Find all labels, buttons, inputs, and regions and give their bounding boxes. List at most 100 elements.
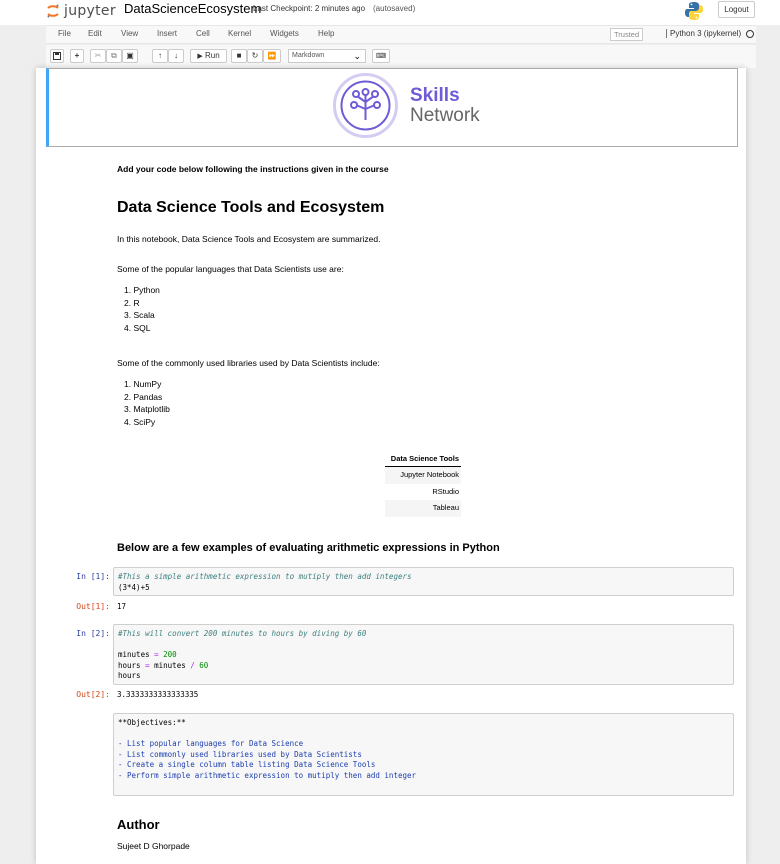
cell-type-value: Markdown: [292, 52, 325, 59]
menu-insert[interactable]: Insert: [157, 29, 177, 38]
run-label: Run: [204, 51, 220, 60]
keyboard-icon: ⌨: [375, 53, 387, 60]
menu-help[interactable]: Help: [318, 29, 334, 38]
table-row: RStudio: [432, 486, 459, 496]
toolbar: + ✂ ⧉ ▣ ↑ ↓ ▶ Run ■ ↻ ⏩ Markdown ⌄ ⌨: [46, 45, 756, 68]
notebook-name[interactable]: DataScienceEcosystem: [124, 1, 261, 16]
jupyter-logo-text: jupyter: [64, 3, 116, 19]
menu-file[interactable]: File: [58, 29, 71, 38]
fast-forward-icon: ⏩: [267, 53, 277, 60]
code-token: hours: [118, 671, 141, 680]
stop-button[interactable]: ■: [231, 49, 247, 63]
notebook-page: Skills Network Add your code below follo…: [36, 68, 746, 864]
save-button[interactable]: [50, 49, 64, 63]
restart-run-all-button[interactable]: ⏩: [263, 49, 281, 63]
python-logo-icon: [685, 2, 703, 20]
code-token: minutes: [118, 650, 150, 659]
list-item: 3. Matplotlib: [124, 404, 170, 414]
objectives-title: **Objectives:**: [118, 718, 186, 727]
languages-list: 1. Python 2. R 3. Scala 4. SQL: [124, 284, 160, 334]
menu-kernel[interactable]: Kernel: [228, 29, 251, 38]
autosave-status: (autosaved): [373, 4, 416, 13]
table-row: Jupyter Notebook: [385, 467, 461, 484]
restart-button[interactable]: ↻: [247, 49, 263, 63]
code-comment: #This will convert 200 minutes to hours …: [118, 629, 367, 638]
notebook-header: jupyter DataScienceEcosystem Last Checkp…: [0, 0, 780, 25]
code-token: =: [140, 660, 155, 670]
selected-image-cell[interactable]: Skills Network: [46, 68, 738, 147]
cut-button[interactable]: ✂: [90, 49, 106, 63]
libraries-intro: Some of the commonly used libraries used…: [117, 358, 380, 368]
list-item: - Create a single column table listing D…: [118, 760, 376, 769]
code-token: 200: [163, 650, 177, 659]
list-item: 4. SciPy: [124, 416, 156, 427]
list-item: - Perform simple arithmetic expression t…: [118, 770, 417, 780]
move-down-button[interactable]: ↓: [168, 49, 184, 63]
command-palette-button[interactable]: ⌨: [372, 49, 390, 63]
code-token: minutes: [154, 660, 186, 670]
list-item: - List popular languages for Data Scienc…: [118, 739, 304, 748]
out-prompt-2: Out[2]:: [76, 690, 110, 699]
menu-view[interactable]: View: [121, 29, 138, 38]
list-item: - List commonly used libraries used by D…: [118, 749, 362, 759]
skills-network-icon: [333, 73, 398, 138]
examples-heading: Below are a few examples of evaluating a…: [117, 542, 500, 554]
move-down-icon: ↓: [174, 51, 178, 60]
list-item: 4. SQL: [124, 322, 151, 333]
jupyter-logo-icon: [47, 4, 59, 18]
restart-icon: ↻: [251, 51, 259, 60]
network-tree-icon: [340, 80, 391, 131]
in-prompt-2: In [2]:: [76, 629, 110, 638]
author-name: Sujeet D Ghorpade: [117, 841, 190, 851]
menu-edit[interactable]: Edit: [88, 29, 102, 38]
out-prompt-1: Out[1]:: [76, 602, 110, 611]
code-cell-2[interactable]: #This will convert 200 minutes to hours …: [113, 624, 734, 685]
table-header: Data Science Tools: [385, 452, 461, 467]
kernel-name[interactable]: Python 3 (ipykernel): [666, 29, 741, 38]
cut-icon: ✂: [94, 51, 102, 60]
list-item: 1. NumPy: [124, 379, 162, 389]
code-token: /: [185, 660, 200, 670]
menu-cell[interactable]: Cell: [196, 29, 210, 38]
code-line: (3*4)+5: [118, 582, 150, 592]
paste-button[interactable]: ▣: [122, 49, 138, 63]
list-item: 1. Python: [124, 285, 160, 295]
brand-network-text: Network: [410, 104, 480, 126]
code-token: 60: [199, 660, 209, 670]
author-heading: Author: [117, 817, 160, 832]
notebook-title: Data Science Tools and Ecosystem: [117, 199, 385, 216]
add-cell-icon: +: [74, 51, 80, 60]
code-token: =: [149, 650, 164, 659]
stop-icon: ■: [236, 51, 242, 60]
list-item: 2. R: [124, 297, 140, 308]
list-item: 3. Scala: [124, 310, 155, 320]
table-row: Tableau: [385, 500, 461, 517]
code-cell-1[interactable]: #This a simple arithmetic expression to …: [113, 567, 734, 596]
tools-table: Data Science Tools Jupyter Notebook RStu…: [385, 452, 461, 517]
summary-text: In this notebook, Data Science Tools and…: [117, 234, 381, 244]
paste-icon: ▣: [126, 51, 134, 60]
skills-network-logo: Skills Network: [333, 73, 480, 138]
brand-skills-text: Skills: [410, 84, 460, 106]
add-cell-button[interactable]: +: [70, 49, 84, 63]
copy-icon: ⧉: [111, 51, 117, 60]
menu-widgets[interactable]: Widgets: [270, 29, 299, 38]
move-up-button[interactable]: ↑: [152, 49, 168, 63]
move-up-icon: ↑: [158, 51, 162, 60]
list-item: 2. Pandas: [124, 391, 163, 402]
libraries-list: 1. NumPy 2. Pandas 3. Matplotlib 4. SciP…: [124, 378, 170, 428]
copy-button[interactable]: ⧉: [106, 49, 122, 63]
intro-note: Add your code below following the instru…: [117, 164, 389, 174]
cell-type-select[interactable]: Markdown ⌄: [288, 49, 366, 63]
output-2: 3.3333333333333335: [117, 690, 199, 699]
output-1: 17: [117, 602, 127, 611]
run-button[interactable]: ▶ Run: [190, 49, 227, 63]
in-prompt-1: In [1]:: [76, 572, 110, 581]
objectives-cell[interactable]: **Objectives:** - List popular languages…: [113, 713, 734, 796]
code-comment: #This a simple arithmetic expression to …: [118, 572, 412, 581]
save-icon: [53, 52, 61, 60]
trusted-badge[interactable]: Trusted: [610, 28, 644, 41]
chevron-down-icon: ⌄: [353, 51, 361, 61]
jupyter-logo[interactable]: jupyter: [46, 2, 116, 20]
logout-button[interactable]: Logout: [718, 1, 755, 18]
